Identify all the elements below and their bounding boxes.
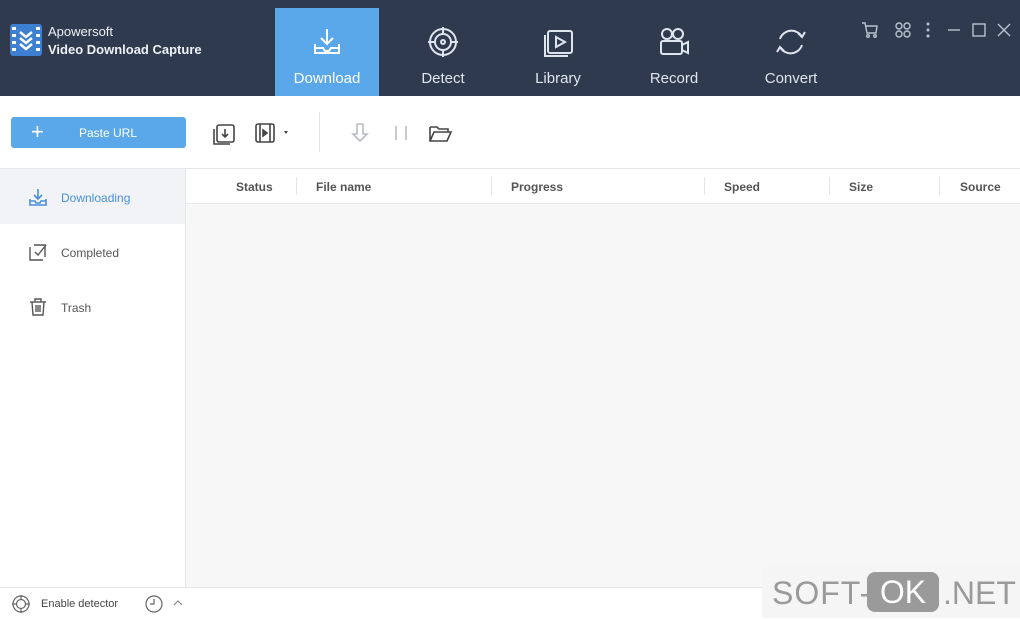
column-divider [704,177,705,195]
download-list: Status File name Progress Speed Size Sou… [186,169,1020,587]
tab-convert-label: Convert [764,70,818,87]
column-divider [296,177,297,195]
detector-icon[interactable] [11,594,31,614]
grid-icon[interactable] [893,20,913,40]
trash-icon [30,298,46,316]
column-speed[interactable]: Speed [724,180,760,194]
column-size[interactable]: Size [849,180,873,194]
app-name-line2: Video Download Capture [48,42,202,57]
tab-download[interactable]: Download [275,8,379,96]
toolbar-divider [319,112,320,152]
video-menu-icon[interactable] [253,120,293,146]
cart-icon[interactable] [860,20,880,40]
download-tray-icon [29,189,47,206]
tab-detect-label: Detect [421,70,465,87]
sidebar: Downloading Completed Trash [0,169,186,587]
minimize-icon[interactable] [944,20,964,40]
app-name: Apowersoft Video Download Capture [48,23,202,59]
table-header: Status File name Progress Speed Size Sou… [186,169,1020,204]
watermark: SOFT- OK .NET [762,567,1020,618]
title-bar: Apowersoft Video Download Capture Downlo… [0,0,1020,96]
pause-icon[interactable] [388,120,414,146]
column-file-name[interactable]: File name [316,180,371,194]
chevron-up-icon[interactable] [172,597,184,609]
maximize-icon[interactable] [969,20,989,40]
column-divider [939,177,940,195]
sidebar-item-trash[interactable]: Trash [0,279,185,334]
tab-library[interactable]: Library [506,8,610,96]
tab-record[interactable]: Record [622,8,726,96]
check-doc-icon [29,244,47,261]
clock-icon[interactable] [144,594,164,614]
more-icon[interactable] [918,20,938,40]
open-folder-icon[interactable] [427,120,453,146]
tab-record-label: Record [649,70,699,87]
column-progress[interactable]: Progress [511,180,563,194]
app-logo-icon [10,24,42,56]
record-icon [660,28,689,55]
watermark-soft: SOFT- [772,575,872,611]
detect-icon [428,27,458,57]
plus-icon: + [31,119,44,144]
download-icon [314,29,340,54]
close-icon[interactable] [994,20,1014,40]
sidebar-item-downloading[interactable]: Downloading [0,169,185,224]
tab-library-label: Library [535,70,581,87]
toolbar: + Paste URL [0,96,1020,169]
import-download-icon[interactable] [212,120,238,146]
tab-download-label: Download [293,70,361,87]
app-name-line1: Apowersoft [48,24,114,39]
sidebar-item-label: Downloading [61,191,131,205]
library-icon [544,30,573,57]
tab-detect[interactable]: Detect [391,8,495,96]
paste-url-label: Paste URL [79,126,138,140]
tab-convert[interactable]: Convert [739,8,843,96]
column-source[interactable]: Source [960,180,1001,194]
column-divider [829,177,830,195]
watermark-net: .NET [943,575,1016,611]
convert-icon [776,29,806,55]
resume-icon[interactable] [347,120,373,146]
sidebar-item-label: Completed [61,246,120,260]
column-status[interactable]: Status [236,180,273,194]
watermark-ok: OK [867,572,939,612]
enable-detector-label[interactable]: Enable detector [41,598,118,610]
column-divider [491,177,492,195]
sidebar-item-label: Trash [61,301,92,315]
paste-url-button[interactable]: + Paste URL [11,117,186,148]
sidebar-item-completed[interactable]: Completed [0,224,185,279]
